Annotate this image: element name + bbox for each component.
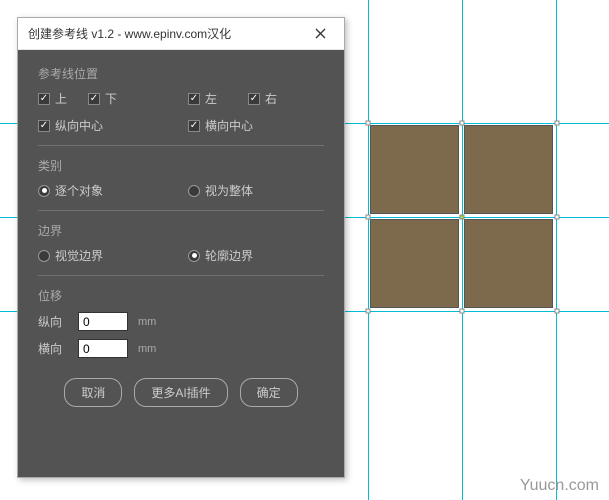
anchor-point[interactable]	[555, 121, 560, 126]
radio-label: 视觉边界	[55, 247, 103, 264]
anchor-point[interactable]	[366, 215, 371, 220]
checkbox-label: 下	[105, 90, 117, 107]
anchor-point[interactable]	[555, 215, 560, 220]
checkbox-icon: ✓	[188, 93, 200, 105]
checkbox-hcenter[interactable]: ✓ 横向中心	[188, 117, 253, 134]
checkbox-label: 纵向中心	[55, 117, 103, 134]
dialog-create-guides: 创建参考线 v1.2 - www.epinv.com汉化 参考线位置 ✓ 上 ✓…	[17, 17, 345, 478]
shape-rect[interactable]	[464, 125, 553, 214]
checkbox-right[interactable]: ✓ 右	[248, 90, 277, 107]
divider	[38, 145, 324, 146]
guide-vertical	[556, 0, 557, 500]
radio-icon	[188, 185, 200, 197]
group-label-offset: 位移	[38, 287, 324, 304]
checkbox-bottom[interactable]: ✓ 下	[88, 90, 188, 107]
offset-h-label: 横向	[38, 340, 68, 357]
offset-unit: mm	[138, 316, 156, 328]
checkbox-icon: ✓	[38, 93, 50, 105]
shape-rect[interactable]	[370, 125, 459, 214]
radio-label: 轮廓边界	[205, 247, 253, 264]
checkbox-vcenter[interactable]: ✓ 纵向中心	[38, 117, 188, 134]
radio-whole[interactable]: 视为整体	[188, 182, 253, 199]
checkbox-top[interactable]: ✓ 上	[38, 90, 88, 107]
dialog-body: 参考线位置 ✓ 上 ✓ 下 ✓ 左 ✓ 右 ✓ 纵向中心	[18, 50, 344, 477]
shape-rect[interactable]	[464, 219, 553, 308]
checkbox-label: 横向中心	[205, 117, 253, 134]
anchor-point[interactable]	[460, 309, 465, 314]
shape-rect[interactable]	[370, 219, 459, 308]
checkbox-label: 右	[265, 90, 277, 107]
anchor-point[interactable]	[366, 309, 371, 314]
offset-h-input[interactable]	[78, 339, 128, 358]
more-plugins-button[interactable]: 更多AI插件	[134, 378, 227, 407]
radio-icon	[38, 250, 50, 262]
checkbox-label: 上	[55, 90, 67, 107]
offset-unit: mm	[138, 343, 156, 355]
radio-icon	[38, 185, 50, 197]
anchor-point[interactable]	[366, 121, 371, 126]
checkbox-icon: ✓	[188, 120, 200, 132]
radio-each-object[interactable]: 逐个对象	[38, 182, 188, 199]
close-button[interactable]	[306, 22, 334, 46]
watermark: Yuucn.com	[520, 477, 599, 495]
anchor-point[interactable]	[555, 309, 560, 314]
radio-visual-boundary[interactable]: 视觉边界	[38, 247, 188, 264]
group-label-category: 类别	[38, 157, 324, 174]
checkbox-label: 左	[205, 90, 217, 107]
radio-icon	[188, 250, 200, 262]
anchor-point-center[interactable]	[460, 215, 465, 220]
guide-vertical	[462, 0, 463, 500]
checkbox-left[interactable]: ✓ 左	[188, 90, 248, 107]
checkbox-icon: ✓	[248, 93, 260, 105]
group-label-boundary: 边界	[38, 222, 324, 239]
radio-label: 视为整体	[205, 182, 253, 199]
guide-vertical	[368, 0, 369, 500]
checkbox-icon: ✓	[88, 93, 100, 105]
cancel-button[interactable]: 取消	[64, 378, 122, 407]
offset-v-input[interactable]	[78, 312, 128, 331]
group-label-position: 参考线位置	[38, 65, 324, 82]
checkbox-icon: ✓	[38, 120, 50, 132]
titlebar[interactable]: 创建参考线 v1.2 - www.epinv.com汉化	[18, 18, 344, 50]
radio-outline-boundary[interactable]: 轮廓边界	[188, 247, 253, 264]
offset-v-label: 纵向	[38, 313, 68, 330]
divider	[38, 275, 324, 276]
divider	[38, 210, 324, 211]
dialog-title: 创建参考线 v1.2 - www.epinv.com汉化	[28, 25, 231, 42]
ok-button[interactable]: 确定	[240, 378, 298, 407]
radio-label: 逐个对象	[55, 182, 103, 199]
anchor-point[interactable]	[460, 121, 465, 126]
